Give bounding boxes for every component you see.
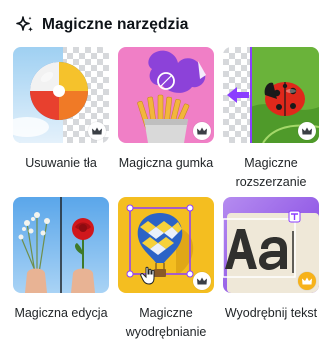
flower-hand-icon [13,197,109,293]
tool-magic-eraser[interactable]: Magiczna gumka [118,47,214,173]
tool-grab-text[interactable]: Wyodrębnij tekst [223,197,319,323]
tool-thumbnail [118,197,214,293]
crown-icon [302,127,312,135]
tool-background-remover[interactable]: Usuwanie tła [13,47,109,173]
premium-crown-badge [298,272,316,290]
tool-thumbnail [223,197,319,293]
tool-label: Magiczne wyodrębnianie [125,306,207,339]
tool-label: Wyodrębnij tekst [224,306,318,320]
crown-icon [302,277,312,285]
tool-label: Usuwanie tła [25,156,97,170]
crown-icon [197,277,207,285]
tool-label: Magiczna edycja [14,306,108,320]
premium-crown-badge [88,122,106,140]
tool-magic-grab[interactable]: Magiczne wyodrębnianie [118,197,214,342]
tool-label: Magiczne rozszerzanie [235,156,307,189]
premium-crown-badge [193,272,211,290]
tool-label: Magiczna gumka [118,156,214,170]
tool-magic-expand[interactable]: Magiczne rozszerzanie [223,47,319,192]
crown-icon [197,127,207,135]
magic-sparkle-icon [16,16,34,32]
section-header: Magiczne narzędzia [14,12,189,38]
tool-magic-edit[interactable]: Magiczna edycja [13,197,109,323]
premium-crown-badge [193,122,211,140]
section-title: Magiczne narzędzia [42,16,189,33]
tool-thumbnail [223,47,319,143]
crown-icon [92,127,102,135]
tool-thumbnail [13,197,109,293]
tool-thumbnail [13,47,109,143]
premium-crown-badge [298,122,316,140]
tool-thumbnail [118,47,214,143]
